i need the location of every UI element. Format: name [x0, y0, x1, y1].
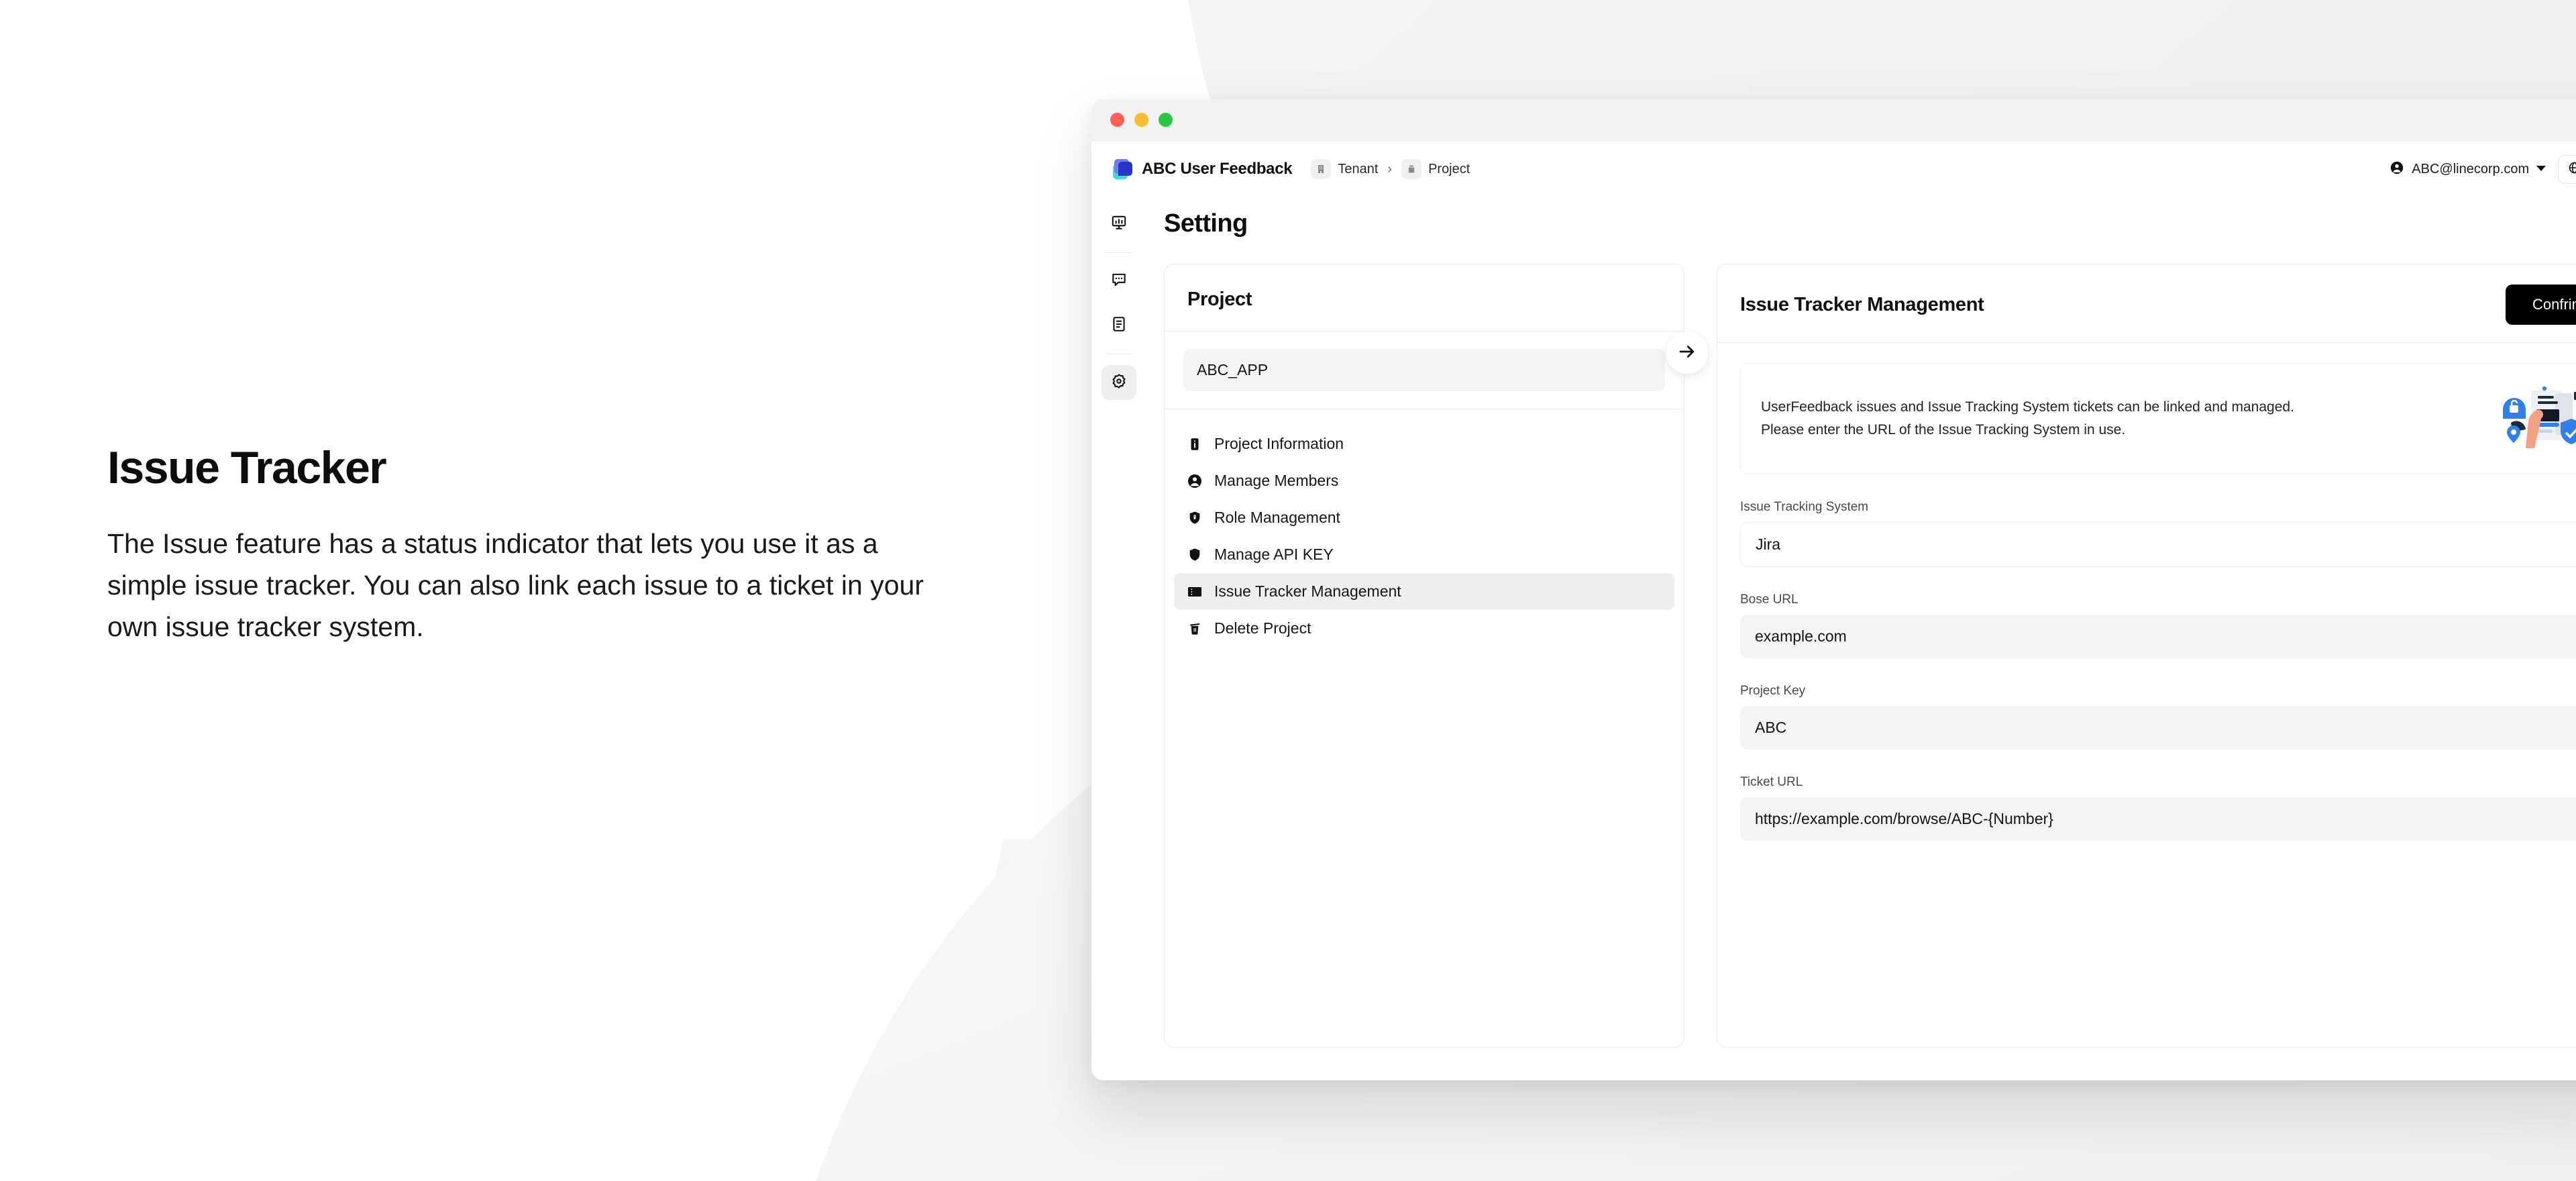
arrow-right-icon [1677, 342, 1697, 365]
settings-content: Setting Project ABC_APP Project Informat… [1146, 197, 2576, 1080]
base-url-input[interactable]: example.com [1740, 615, 2576, 658]
app-logo-icon [1113, 159, 1133, 179]
project-card: Project ABC_APP Project Information Mana… [1164, 264, 1684, 1047]
rail-item-feedback[interactable] [1102, 264, 1136, 299]
menu-item-delete-project[interactable]: Delete Project [1174, 610, 1674, 647]
menu-label: Issue Tracker Management [1214, 582, 1401, 600]
breadcrumb-label-tenant: Tenant [1338, 161, 1379, 176]
project-card-header: Project [1165, 264, 1684, 331]
shield-icon [1186, 546, 1203, 564]
menu-item-project-information[interactable]: Project Information [1174, 425, 1674, 462]
page-root: Issue Tracker The Issue feature has a st… [0, 0, 2576, 1181]
security-hand-illustration [2496, 381, 2576, 456]
rail-item-dashboard[interactable] [1102, 207, 1136, 242]
hero-section: Issue Tracker The Issue feature has a st… [107, 443, 1000, 648]
menu-item-manage-api-key[interactable]: Manage API KEY [1174, 536, 1674, 573]
field-label: Bose URL [1740, 593, 1799, 607]
issue-tracker-card-header: Issue Tracker Management Confrim [1717, 264, 2576, 342]
menu-item-manage-members[interactable]: Manage Members [1174, 462, 1674, 499]
person-circle-icon [2390, 160, 2404, 178]
window-minimize-button[interactable] [1134, 113, 1148, 127]
rail-item-settings[interactable] [1102, 365, 1136, 400]
confirm-button[interactable]: Confrim [2505, 285, 2576, 325]
project-card-title: Project [1187, 289, 1252, 310]
settings-cards: Project ABC_APP Project Information Mana… [1164, 264, 2576, 1047]
field-label: Ticket URL [1740, 775, 1803, 789]
menu-label: Manage Members [1214, 472, 1339, 489]
ticket-icon [1186, 583, 1203, 601]
person-icon [1186, 472, 1203, 490]
breadcrumb-item-project[interactable]: Project [1401, 159, 1470, 179]
info-line-2: Please enter the URL of the Issue Tracki… [1761, 422, 2126, 438]
app-body: Setting Project ABC_APP Project Informat… [1091, 197, 2576, 1080]
menu-label: Delete Project [1214, 619, 1311, 637]
field-project-key: Project Key ABC [1740, 684, 2576, 750]
hero-title: Issue Tracker [107, 442, 387, 493]
issue-tracker-card-title: Issue Tracker Management [1740, 293, 1984, 315]
chevron-down-icon [2536, 163, 2546, 175]
building-icon [1311, 159, 1332, 179]
field-value: Jira [1756, 535, 1781, 553]
chevron-right-icon: › [1387, 161, 1393, 176]
field-ticket-url: Ticket URL https://example.com/browse/AB… [1740, 775, 2576, 841]
project-key-input[interactable]: ABC [1740, 706, 2576, 750]
info-banner: UserFeedback issues and Issue Tracking S… [1740, 363, 2576, 474]
box-icon [1401, 159, 1422, 179]
document-icon [1110, 315, 1128, 336]
field-issue-tracking-system: Issue Tracking System Jira [1740, 500, 2576, 567]
ticket-url-input[interactable]: https://example.com/browse/ABC-{Number} [1740, 797, 2576, 841]
hero-description: The Issue feature has a status indicator… [107, 527, 924, 643]
project-name-input[interactable]: ABC_APP [1183, 349, 1665, 391]
issue-tracking-system-select[interactable]: Jira [1740, 522, 2576, 567]
breadcrumb-label-project: Project [1428, 161, 1470, 176]
shield-lock-icon [1186, 509, 1203, 527]
globe-icon [2568, 161, 2576, 178]
brand-name-label: ABC User Feedback [1142, 160, 1293, 178]
info-line-1: UserFeedback issues and Issue Tracking S… [1761, 399, 2294, 415]
issue-tracker-card: Issue Tracker Management Confrim UserFee… [1717, 264, 2576, 1047]
info-banner-text: UserFeedback issues and Issue Tracking S… [1761, 396, 2480, 442]
rail-divider-1 [1106, 252, 1132, 253]
window-titlebar [1091, 99, 2576, 141]
panel-connector-button[interactable] [1666, 332, 1708, 374]
project-name-field: ABC_APP [1165, 331, 1684, 409]
menu-label: Manage API KEY [1214, 546, 1334, 563]
app-window: ABC User Feedback Tenant › Project ABC@l… [1091, 99, 2576, 1080]
language-switcher[interactable]: KR [2558, 154, 2576, 184]
field-label: Issue Tracking System [1740, 500, 1869, 514]
project-menu-list: Project Information Manage Members Role … [1165, 409, 1684, 654]
window-close-button[interactable] [1110, 113, 1124, 127]
trash-icon [1186, 620, 1203, 637]
menu-item-issue-tracker-management[interactable]: Issue Tracker Management [1174, 573, 1674, 610]
field-base-url: Bose URL example.com [1740, 593, 2576, 658]
settings-gear-icon [1110, 372, 1128, 393]
account-email-label: ABC@linecorp.com [2412, 161, 2530, 176]
icon-rail [1091, 197, 1146, 1080]
rail-item-documents[interactable] [1102, 308, 1136, 343]
dashboard-chart-icon [1110, 214, 1128, 235]
brand-logo-group[interactable]: ABC User Feedback [1113, 159, 1293, 179]
account-menu[interactable]: ABC@linecorp.com [2390, 160, 2546, 178]
issue-tracker-form: UserFeedback issues and Issue Tracking S… [1717, 343, 2576, 841]
feedback-chat-icon [1110, 271, 1128, 292]
window-maximize-button[interactable] [1159, 113, 1173, 127]
page-title: Setting [1164, 209, 1248, 238]
breadcrumb-item-tenant[interactable]: Tenant [1311, 159, 1378, 179]
menu-label: Project Information [1214, 435, 1344, 452]
menu-label: Role Management [1214, 509, 1340, 526]
field-label: Project Key [1740, 684, 1806, 698]
app-header-bar: ABC User Feedback Tenant › Project ABC@l… [1091, 141, 2576, 197]
info-doc-icon [1186, 435, 1203, 453]
breadcrumb: Tenant › Project [1311, 159, 1470, 179]
menu-item-role-management[interactable]: Role Management [1174, 499, 1674, 536]
app-header-right: ABC@linecorp.com KR [2390, 154, 2576, 184]
